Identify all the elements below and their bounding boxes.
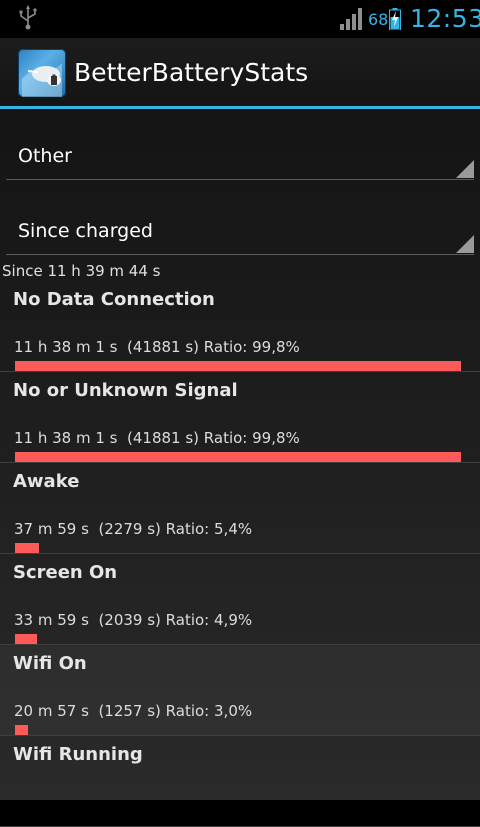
usb-icon: [19, 5, 37, 30]
list-item[interactable]: Screen On 33 m 59 s (2039 s) Ratio: 4,9%: [0, 554, 480, 645]
reference-spinner[interactable]: Since charged: [6, 194, 474, 255]
dropdown-arrow-icon: [456, 235, 474, 253]
list-item[interactable]: Wifi Running: [0, 736, 480, 827]
app-icon[interactable]: [18, 49, 66, 97]
ratio-bar: [15, 452, 461, 462]
clock: 12:53: [410, 4, 480, 33]
since-duration: Since 11 h 39 m 44 s: [2, 262, 161, 280]
list-item[interactable]: Wifi On 20 m 57 s (1257 s) Ratio: 3,0%: [0, 645, 480, 736]
action-bar: BetterBatteryStats: [0, 38, 480, 109]
list-item[interactable]: Awake 37 m 59 s (2279 s) Ratio: 5,4%: [0, 463, 480, 554]
list-item-stats: 33 m 59 s (2039 s) Ratio: 4,9%: [14, 611, 253, 629]
main-content: Other Since charged Since 11 h 39 m 44 s…: [0, 109, 480, 827]
status-bar: 68 12:53: [0, 0, 480, 38]
ratio-bar: [15, 725, 28, 735]
ratio-bar: [15, 543, 39, 553]
signal-icon: [340, 8, 362, 30]
app-title: BetterBatteryStats: [74, 58, 309, 87]
list-item-title: Screen On: [13, 562, 118, 583]
list-item-title: Wifi Running: [13, 744, 143, 765]
battery-charging-icon: [389, 8, 401, 30]
ratio-bar: [15, 634, 37, 644]
reference-spinner-label: Since charged: [18, 220, 153, 242]
stat-type-spinner-label: Other: [18, 145, 72, 167]
list-item-title: Wifi On: [13, 653, 87, 674]
list-item-stats: 37 m 59 s (2279 s) Ratio: 5,4%: [14, 520, 253, 538]
list-item-title: Awake: [13, 471, 80, 492]
list-item[interactable]: No or Unknown Signal 11 h 38 m 1 s (4188…: [0, 372, 480, 463]
dropdown-arrow-icon: [456, 160, 474, 178]
list-item-stats: 11 h 38 m 1 s (41881 s) Ratio: 99,8%: [14, 429, 300, 447]
list-item[interactable]: No Data Connection 11 h 38 m 1 s (41881 …: [0, 281, 480, 372]
list-item-title: No Data Connection: [13, 289, 215, 310]
ratio-bar: [15, 361, 461, 371]
list-item-stats: 11 h 38 m 1 s (41881 s) Ratio: 99,8%: [14, 338, 300, 356]
list-item-title: No or Unknown Signal: [13, 380, 238, 401]
stats-list: No Data Connection 11 h 38 m 1 s (41881 …: [0, 281, 480, 827]
list-item-stats: 20 m 57 s (1257 s) Ratio: 3,0%: [14, 702, 253, 720]
stat-type-spinner[interactable]: Other: [6, 119, 474, 180]
battery-percent: 68: [368, 10, 389, 29]
